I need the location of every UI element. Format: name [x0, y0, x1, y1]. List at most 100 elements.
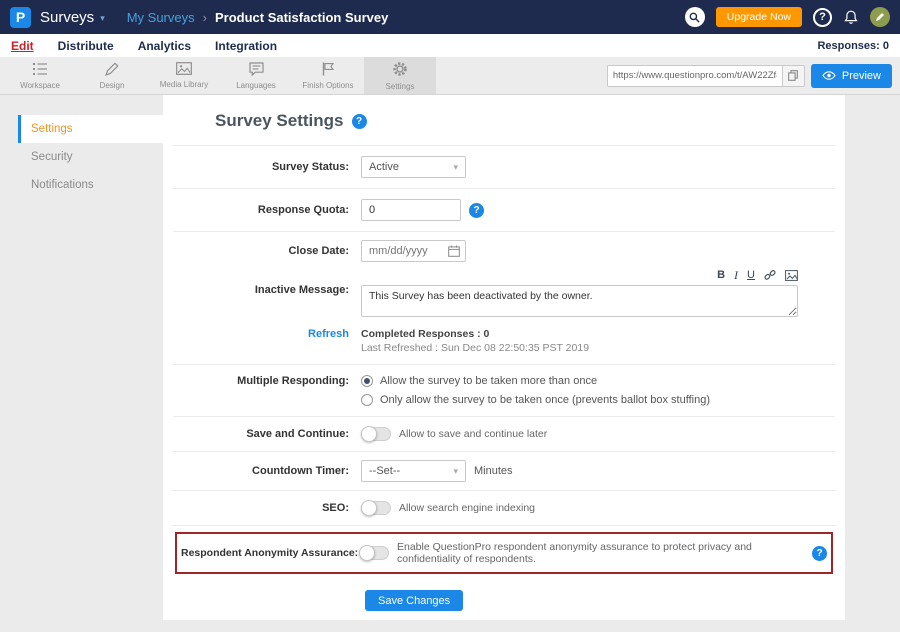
survey-status-select[interactable]: Active ▾ [361, 156, 466, 178]
help-icon[interactable]: ? [813, 8, 832, 27]
languages-icon [249, 62, 264, 78]
toolbar-media-library-label: Media Library [160, 80, 208, 89]
surveys-menu[interactable]: Surveys ▾ [40, 9, 105, 26]
seo-description: Allow search engine indexing [399, 502, 535, 514]
questionpro-logo[interactable]: P [10, 7, 31, 28]
insert-image-icon[interactable] [785, 270, 798, 281]
edit-pencil-icon[interactable] [870, 7, 890, 27]
workspace-icon [32, 62, 48, 78]
anonymity-highlight-box: Respondent Anonymity Assurance: Enable Q… [175, 532, 833, 574]
share-url-input[interactable] [608, 66, 782, 86]
anonymity-description: Enable QuestionPro respondent anonymity … [397, 541, 804, 565]
radio-once-only[interactable]: Only allow the survey to be taken once (… [361, 394, 710, 406]
preview-button[interactable]: Preview [811, 64, 892, 88]
seo-toggle[interactable] [361, 501, 391, 515]
share-url-box [607, 65, 805, 87]
text-format-toolbar: B I U [361, 268, 798, 282]
refresh-link[interactable]: Refresh [308, 328, 349, 340]
countdown-timer-row: Countdown Timer: --Set-- ▾ Minutes [173, 452, 835, 491]
search-icon[interactable] [685, 7, 705, 27]
questionpro-app: P Surveys ▾ My Surveys › Product Satisfa… [0, 0, 900, 632]
multiple-responding-label: Multiple Responding: [179, 375, 361, 387]
response-quota-input[interactable] [361, 199, 461, 221]
countdown-timer-label: Countdown Timer: [179, 465, 361, 477]
inactive-message-label: Inactive Message: [179, 268, 361, 296]
radio-button-icon [361, 394, 373, 406]
breadcrumb-separator: › [203, 10, 207, 25]
preview-button-label: Preview [842, 70, 881, 82]
bold-button[interactable]: B [717, 269, 725, 281]
main-tabbar: Edit Distribute Analytics Integration Re… [0, 34, 900, 57]
anonymity-help-icon[interactable]: ? [812, 546, 827, 561]
toolbar-workspace[interactable]: Workspace [4, 57, 76, 94]
title-help-icon[interactable]: ? [352, 114, 367, 129]
toolbar-design[interactable]: Design [76, 57, 148, 94]
save-changes-button[interactable]: Save Changes [365, 590, 463, 611]
refresh-row: Refresh Completed Responses : 0 Last Ref… [173, 326, 835, 365]
topbar-actions: Upgrade Now ? [685, 7, 890, 27]
media-library-icon [176, 62, 192, 77]
toolbar-media-library[interactable]: Media Library [148, 57, 220, 94]
settings-gear-icon [392, 61, 408, 79]
toolbar-workspace-label: Workspace [20, 81, 60, 90]
responses-count: Responses: 0 [817, 40, 889, 52]
breadcrumb-current-survey: Product Satisfaction Survey [215, 10, 388, 25]
toolbar-finish-options[interactable]: Finish Options [292, 57, 364, 94]
breadcrumb: My Surveys › Product Satisfaction Survey [127, 10, 389, 25]
design-icon [105, 62, 119, 78]
toolbar-design-label: Design [100, 81, 125, 90]
settings-panel: Survey Settings ? Survey Status: Active … [163, 95, 845, 620]
tab-edit[interactable]: Edit [11, 39, 34, 53]
anonymity-row: Respondent Anonymity Assurance: Enable Q… [181, 541, 827, 565]
survey-status-label: Survey Status: [179, 161, 361, 173]
anonymity-label: Respondent Anonymity Assurance: [181, 547, 359, 559]
save-and-continue-toggle[interactable] [361, 427, 391, 441]
tab-analytics[interactable]: Analytics [138, 39, 191, 53]
countdown-timer-value: --Set-- [369, 465, 400, 477]
toolbar-settings-label: Settings [386, 82, 415, 91]
settings-sidebar: Settings Security Notifications [18, 95, 163, 620]
radio-once-only-label: Only allow the survey to be taken once (… [380, 394, 710, 406]
toolbar-languages[interactable]: Languages [220, 57, 292, 94]
sidebar-item-settings[interactable]: Settings [18, 115, 163, 143]
chevron-down-icon: ▾ [453, 162, 458, 173]
tab-integration[interactable]: Integration [215, 39, 277, 53]
inactive-message-row: Inactive Message: B I U This Survey has … [173, 266, 835, 326]
toolbar-settings[interactable]: Settings [364, 57, 436, 94]
sidebar-item-notifications[interactable]: Notifications [18, 171, 163, 199]
upgrade-now-button[interactable]: Upgrade Now [716, 7, 802, 27]
countdown-timer-suffix: Minutes [474, 465, 513, 477]
topbar: P Surveys ▾ My Surveys › Product Satisfa… [0, 0, 900, 34]
chevron-down-icon: ▾ [100, 11, 105, 24]
breadcrumb-my-surveys[interactable]: My Surveys [127, 10, 195, 25]
eye-icon [822, 71, 836, 80]
close-date-label: Close Date: [179, 245, 361, 257]
toolbar-languages-label: Languages [236, 81, 276, 90]
save-and-continue-label: Save and Continue: [179, 428, 361, 440]
countdown-timer-select[interactable]: --Set-- ▾ [361, 460, 466, 482]
page-title: Survey Settings ? [215, 111, 835, 131]
multiple-responding-row: Multiple Responding: Allow the survey to… [173, 365, 835, 417]
link-icon[interactable] [764, 269, 776, 281]
completed-responses-text: Completed Responses : 0 [361, 328, 589, 340]
save-and-continue-description: Allow to save and continue later [399, 428, 547, 440]
tab-distribute[interactable]: Distribute [58, 39, 114, 53]
copy-url-icon[interactable] [782, 66, 804, 86]
save-and-continue-row: Save and Continue: Allow to save and con… [173, 417, 835, 452]
radio-button-icon [361, 375, 373, 387]
anonymity-toggle[interactable] [359, 546, 389, 560]
underline-button[interactable]: U [747, 269, 755, 281]
italic-button[interactable]: I [734, 268, 738, 283]
survey-status-row: Survey Status: Active ▾ [173, 145, 835, 189]
bell-icon[interactable] [843, 9, 859, 26]
seo-row: SEO: Allow search engine indexing [173, 491, 835, 526]
response-quota-row: Response Quota: ? [173, 189, 835, 232]
inactive-message-textarea[interactable]: This Survey has been deactivated by the … [361, 285, 798, 317]
toolbar-finish-options-label: Finish Options [302, 81, 353, 90]
radio-multiple-allowed[interactable]: Allow the survey to be taken more than o… [361, 375, 710, 387]
edit-toolbar: Workspace Design Media Library Languages… [0, 57, 900, 95]
seo-label: SEO: [179, 502, 361, 514]
radio-multiple-allowed-label: Allow the survey to be taken more than o… [380, 375, 597, 387]
sidebar-item-security[interactable]: Security [18, 143, 163, 171]
response-quota-help-icon[interactable]: ? [469, 203, 484, 218]
